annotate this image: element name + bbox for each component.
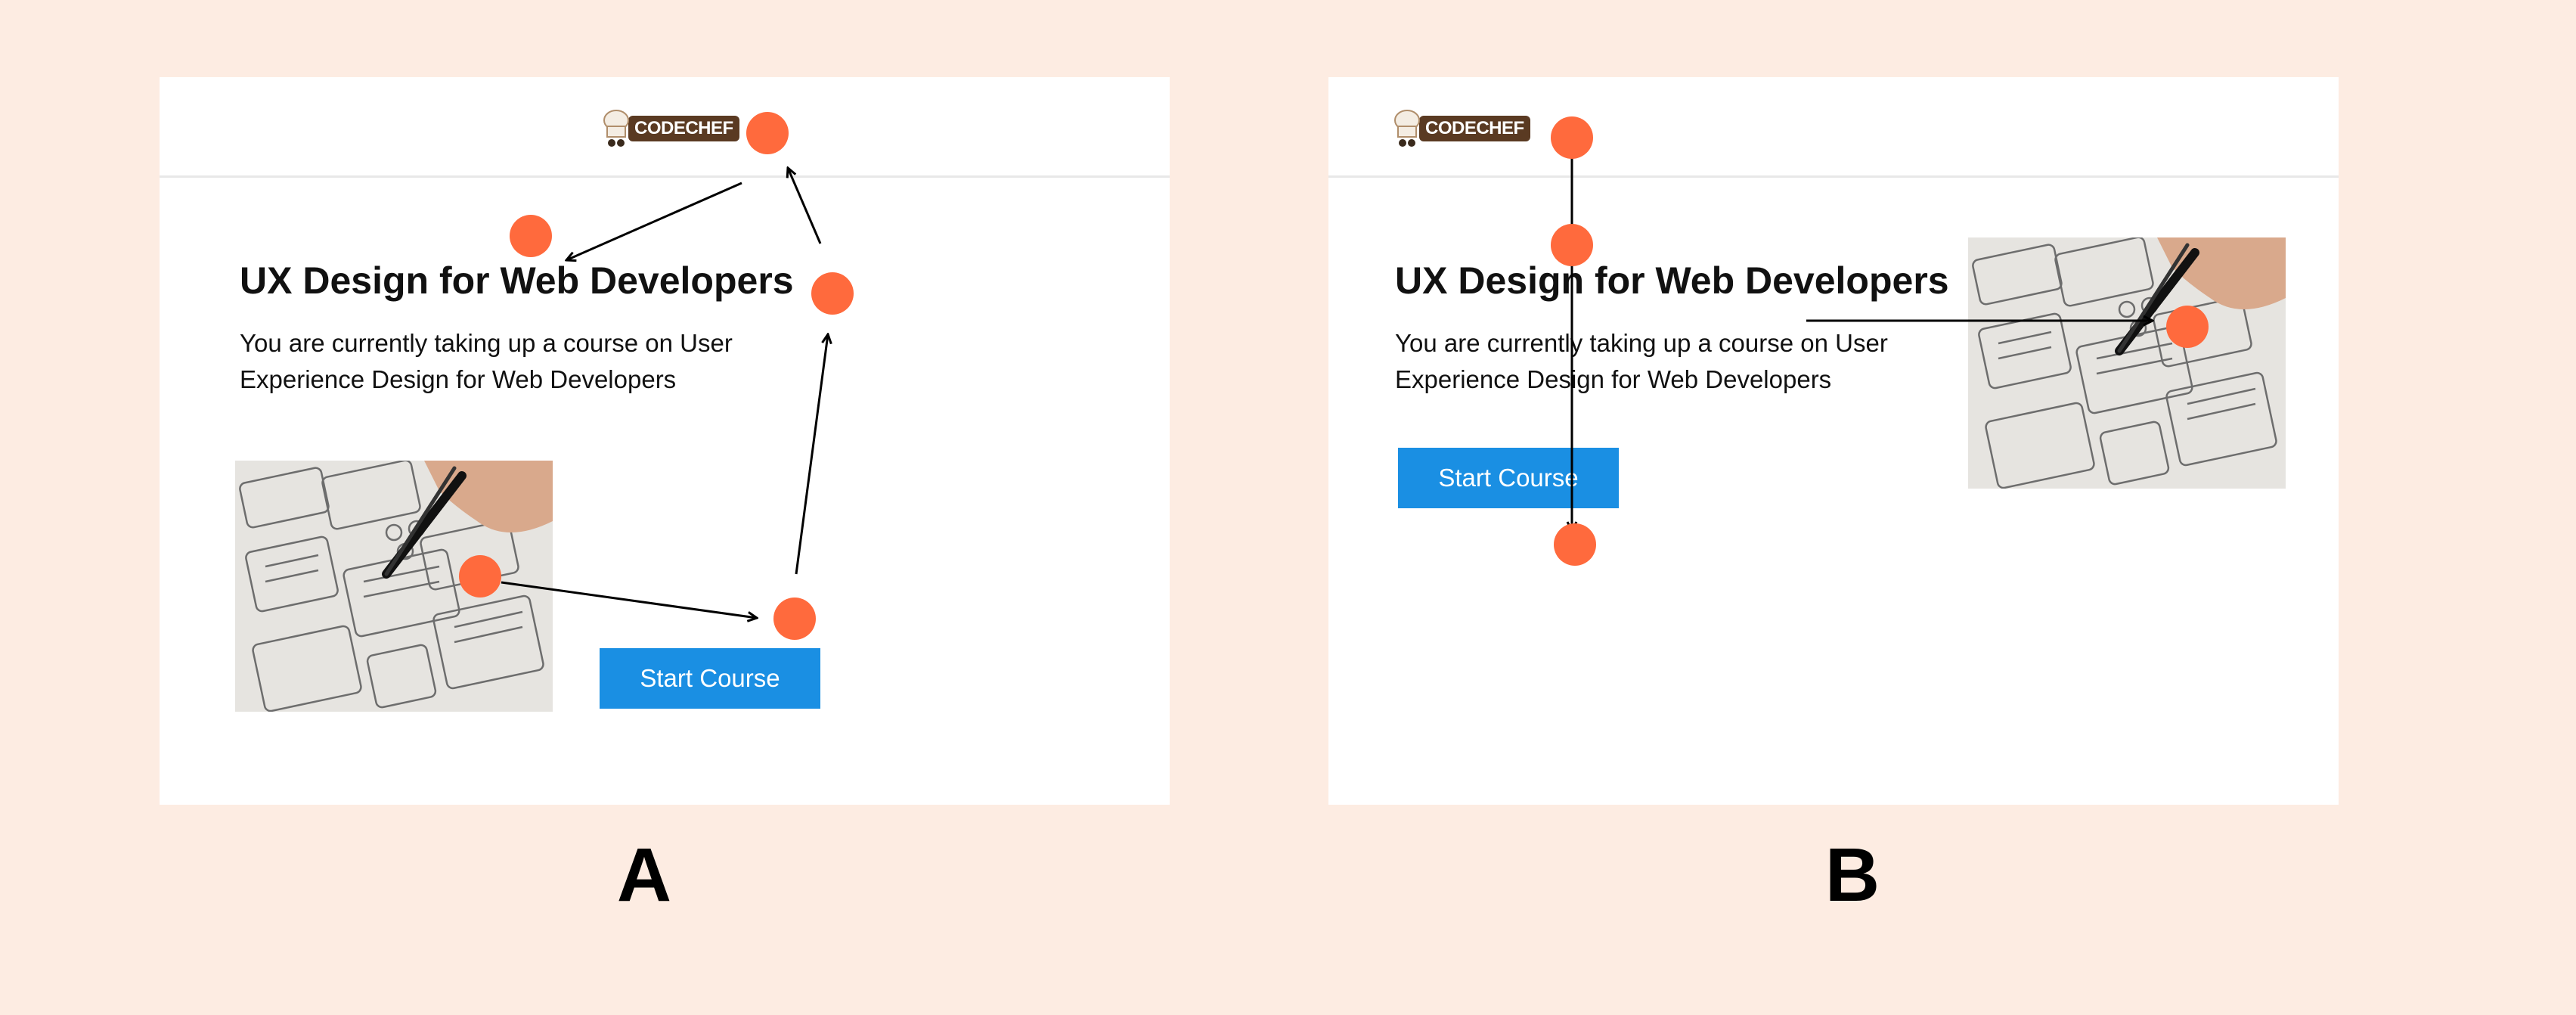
variant-a-caption: A [616,833,672,917]
flow-arrow [795,334,828,575]
focus-point-dot [510,215,552,257]
focus-point-dot [773,598,816,640]
eye-flow-arrows [501,77,1170,805]
focus-point-dot [1551,116,1593,159]
focus-point-dot [1551,224,1593,266]
focus-point-dot [746,112,789,154]
variant-b-panel: CODECHEF UX Design for Web Developers Yo… [1328,77,2339,805]
focus-point-dot [811,272,854,315]
eye-flow-arrows [1328,153,2339,805]
flow-arrow [788,168,822,244]
variant-b-caption: B [1824,833,1880,917]
flow-arrow [566,182,742,260]
focus-point-dot [1554,523,1596,566]
variant-a-panel: CODECHEF UX Design for Web Developers Yo… [160,77,1170,805]
focus-point-dot [2166,306,2209,348]
focus-point-dot [459,555,501,598]
flow-arrow [501,581,757,618]
